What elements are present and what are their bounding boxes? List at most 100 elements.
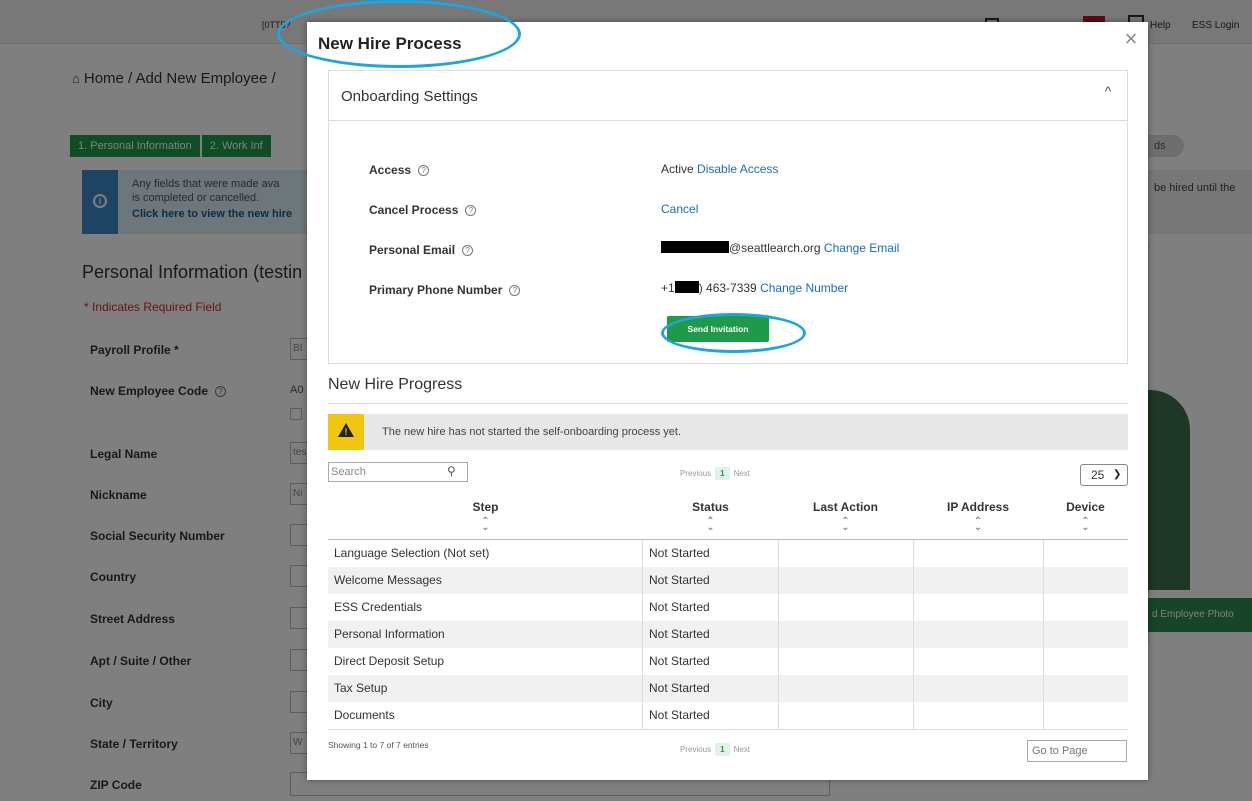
step-cell: Language Selection (Not set) <box>334 546 490 560</box>
access-label: Access? <box>369 163 430 177</box>
column-divider <box>913 567 914 594</box>
page-number[interactable]: 1 <box>715 467 730 480</box>
step-cell: Tax Setup <box>334 681 388 695</box>
showing-entries-text: Showing 1 to 7 of 7 entries <box>328 740 429 750</box>
column-divider <box>913 621 914 648</box>
column-divider <box>778 540 779 567</box>
redacted-email <box>661 241 729 253</box>
sort-icon: ⌃ ⌄ <box>481 516 490 533</box>
sort-icon: ⌃ ⌄ <box>973 516 983 533</box>
divider <box>328 729 1128 730</box>
annotation-circle-title <box>277 0 521 68</box>
status-cell: Not Started <box>649 708 710 722</box>
change-number-link[interactable]: Change Number <box>760 281 848 295</box>
column-divider <box>913 648 914 675</box>
primary-phone-value: +1) 463-7339 Change Number <box>661 281 848 295</box>
pager-bottom: Previous 1 Next <box>680 743 750 756</box>
status-cell: Not Started <box>649 681 710 695</box>
close-icon[interactable]: × <box>1121 28 1141 50</box>
help-icon[interactable]: ? <box>509 285 521 296</box>
redacted-phone <box>674 281 699 293</box>
column-divider <box>778 648 779 675</box>
chevron-down-icon: ❯ <box>1113 469 1122 480</box>
primary-phone-label: Primary Phone Number? <box>369 283 521 297</box>
table-row: Direct Deposit Setup Not Started <box>328 648 1128 675</box>
help-icon[interactable]: ? <box>418 165 430 176</box>
change-email-link[interactable]: Change Email <box>824 241 899 255</box>
annotation-circle-send <box>661 313 806 353</box>
column-divider <box>778 675 779 702</box>
previous-page-link[interactable]: Previous <box>680 745 711 754</box>
help-icon[interactable]: ? <box>462 245 474 256</box>
cancel-process-label-text: Cancel Process <box>369 203 459 217</box>
progress-table: Step ⌃ ⌄ Status ⌃ ⌄ Last Action ⌃ ⌄ IP Address… <box>328 494 1128 729</box>
sort-icon: ⌃ ⌄ <box>706 516 715 533</box>
cancel-process-value: Cancel <box>661 202 698 216</box>
column-divider <box>913 675 914 702</box>
personal-email-label: Personal Email? <box>369 243 474 257</box>
step-cell: Welcome Messages <box>334 573 442 587</box>
column-divider <box>778 621 779 648</box>
column-divider <box>1043 540 1044 567</box>
column-header-last-action-text: Last Action <box>813 500 878 514</box>
step-cell: Direct Deposit Setup <box>334 654 445 668</box>
search-icon[interactable]: ⚲ <box>447 464 456 478</box>
table-row: Language Selection (Not set) Not Started <box>328 540 1128 567</box>
column-divider <box>1043 567 1044 594</box>
column-divider <box>1043 675 1044 702</box>
step-cell: ESS Credentials <box>334 600 423 614</box>
column-divider <box>1043 621 1044 648</box>
table-row: ESS Credentials Not Started <box>328 594 1128 621</box>
column-divider <box>778 702 779 729</box>
column-header-device-text: Device <box>1066 500 1105 514</box>
access-label-text: Access <box>369 163 412 177</box>
page-size-select[interactable]: 25 ❯ <box>1080 464 1128 486</box>
next-page-link[interactable]: Next <box>734 469 750 478</box>
column-divider <box>1043 648 1044 675</box>
step-cell: Documents <box>334 708 395 722</box>
personal-email-value: @seattlearch.org Change Email <box>661 241 899 255</box>
column-divider <box>913 594 914 621</box>
column-header-step-text: Step <box>472 500 499 514</box>
alert-text: The new hire has not started the self-on… <box>382 426 682 438</box>
column-header-ip-address[interactable]: IP Address ⌃ ⌄ <box>913 500 1043 533</box>
table-row: Tax Setup Not Started <box>328 675 1128 702</box>
status-cell: Not Started <box>649 600 710 614</box>
column-header-last-action[interactable]: Last Action ⌃ ⌄ <box>778 500 913 533</box>
previous-page-link[interactable]: Previous <box>680 469 711 478</box>
column-divider <box>778 567 779 594</box>
disable-access-link[interactable]: Disable Access <box>697 162 778 176</box>
column-divider <box>778 594 779 621</box>
status-cell: Not Started <box>649 573 710 587</box>
column-header-ip-address-text: IP Address <box>946 500 1010 514</box>
column-header-device[interactable]: Device ⌃ ⌄ <box>1043 500 1128 533</box>
column-divider <box>1043 594 1044 621</box>
new-hire-process-modal: New Hire Process × Onboarding Settings ^… <box>277 0 1148 780</box>
go-to-page-input[interactable] <box>1027 740 1127 762</box>
cancel-process-label: Cancel Process? <box>369 203 477 217</box>
page-size-value: 25 <box>1091 468 1105 482</box>
primary-phone-label-text: Primary Phone Number <box>369 283 503 297</box>
alert-icon-box: ! <box>328 414 364 450</box>
column-divider <box>1043 702 1044 729</box>
next-page-link[interactable]: Next <box>734 745 750 754</box>
column-header-status-text: Status <box>692 500 729 514</box>
column-divider <box>913 702 914 729</box>
search-box: ⚲ <box>328 462 468 482</box>
chevron-up-icon[interactable]: ^ <box>1099 83 1117 101</box>
alert-banner: ! The new hire has not started the self-… <box>328 414 1128 450</box>
onboarding-settings-header[interactable]: Onboarding Settings ^ <box>329 71 1127 121</box>
search-input[interactable] <box>331 464 441 480</box>
status-cell: Not Started <box>649 654 710 668</box>
table-row: Personal Information Not Started <box>328 621 1128 648</box>
column-header-status[interactable]: Status ⌃ ⌄ <box>643 500 778 533</box>
column-header-step[interactable]: Step ⌃ ⌄ <box>328 500 643 533</box>
new-hire-progress-title: New Hire Progress <box>328 376 463 393</box>
sort-icon: ⌃ ⌄ <box>1081 516 1090 533</box>
column-divider <box>913 540 914 567</box>
onboarding-settings-title: Onboarding Settings <box>341 88 478 105</box>
cancel-process-link[interactable]: Cancel <box>661 202 698 216</box>
help-icon[interactable]: ? <box>465 205 477 216</box>
step-cell: Personal Information <box>334 627 445 641</box>
page-number[interactable]: 1 <box>715 743 730 756</box>
